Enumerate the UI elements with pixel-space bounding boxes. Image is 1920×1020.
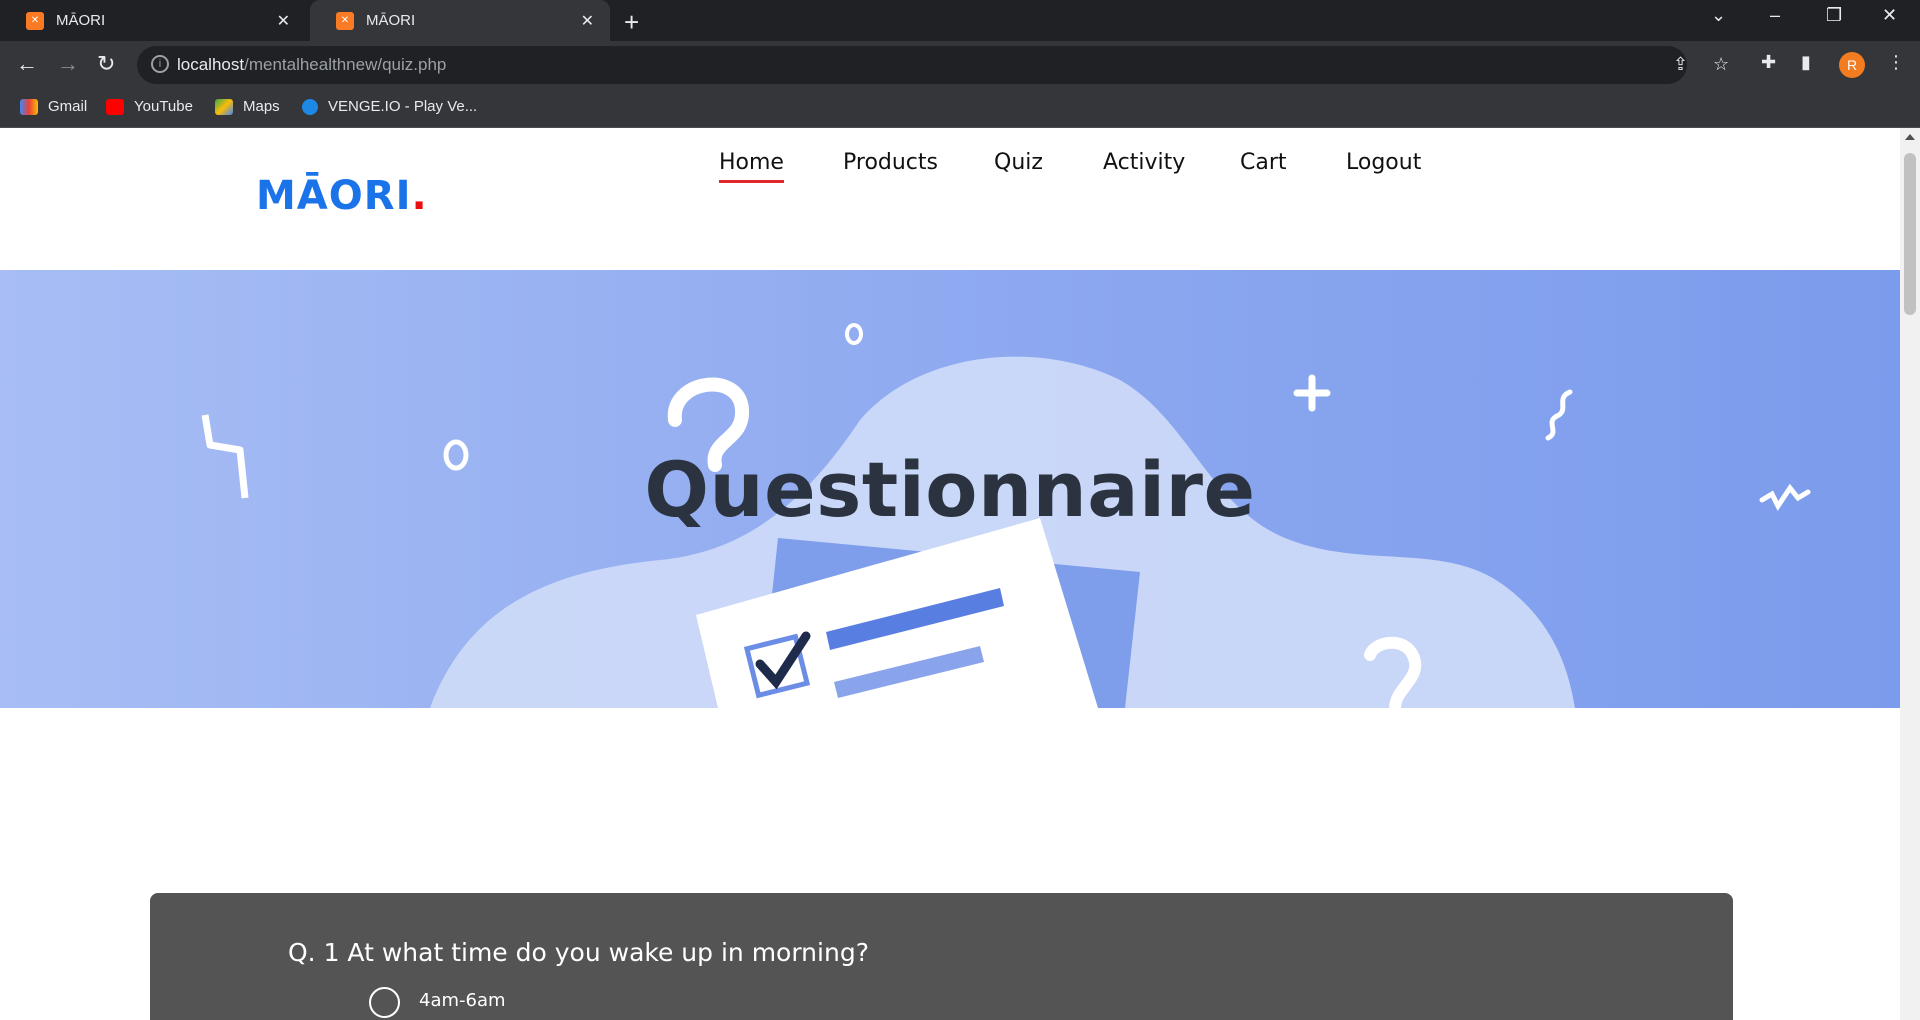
bookmark-youtube[interactable]: YouTube xyxy=(106,98,193,115)
youtube-icon xyxy=(106,98,124,115)
browser-tab[interactable]: ✕ MĀORI ✕ xyxy=(0,0,306,41)
scroll-up-arrow-icon[interactable] xyxy=(1905,134,1915,140)
tab-title: MĀORI xyxy=(56,12,106,29)
bookmark-label: YouTube xyxy=(134,98,193,115)
nav-activity[interactable]: Activity xyxy=(1103,150,1185,175)
option-label[interactable]: 4am-6am xyxy=(419,990,506,1011)
squiggle-icon xyxy=(1545,389,1573,441)
tab-search-chevron-icon[interactable]: ⌄ xyxy=(1711,5,1726,26)
browser-tab-active[interactable]: ✕ MĀORI ✕ xyxy=(310,0,610,41)
question-text: Q. 1 At what time do you wake up in morn… xyxy=(288,938,869,967)
bookmark-label: VENGE.IO - Play Ve... xyxy=(328,98,478,115)
page-viewport: MĀORI. Home Products Quiz Activity Cart … xyxy=(0,128,1900,1020)
address-bar[interactable]: i localhost/mentalhealthnew/quiz.php ⇪ ☆ xyxy=(137,46,1729,84)
address-url[interactable]: localhost/mentalhealthnew/quiz.php xyxy=(177,55,446,75)
bookmark-venge[interactable]: VENGE.IO - Play Ve... xyxy=(302,98,477,115)
extensions-puzzle-icon[interactable]: ✚ xyxy=(1761,52,1776,73)
gmail-icon xyxy=(20,98,38,115)
tab-close-icon[interactable]: ✕ xyxy=(581,11,594,31)
tab-close-icon[interactable]: ✕ xyxy=(277,11,290,31)
bookmark-gmail[interactable]: Gmail xyxy=(20,98,87,115)
bookmarks-bar: Gmail YouTube Maps VENGE.IO - Play Ve... xyxy=(0,89,1920,128)
page-scrollbar[interactable] xyxy=(1900,128,1920,1020)
nav-quiz[interactable]: Quiz xyxy=(994,150,1043,175)
hero-title: Questionnaire xyxy=(644,445,1256,534)
nav-logout[interactable]: Logout xyxy=(1346,150,1421,175)
bookmark-maps[interactable]: Maps xyxy=(215,98,280,115)
tab-title: MĀORI xyxy=(366,12,416,29)
side-panel-icon[interactable]: ▮ xyxy=(1801,52,1811,73)
venge-icon xyxy=(302,98,318,115)
bookmark-star-icon[interactable]: ☆ xyxy=(1713,54,1729,75)
browser-toolbar: ← → ↻ i localhost/mentalhealthnew/quiz.p… xyxy=(0,41,1920,89)
menu-kebab-icon[interactable]: ⋮ xyxy=(1887,52,1905,73)
minimize-icon[interactable]: – xyxy=(1770,5,1780,26)
plus-icon xyxy=(1293,374,1331,412)
nav-products[interactable]: Products xyxy=(843,150,938,175)
bookmark-label: Maps xyxy=(243,98,280,115)
scrollbar-thumb[interactable] xyxy=(1904,153,1916,315)
xampp-favicon-icon: ✕ xyxy=(336,11,354,30)
ring-icon xyxy=(845,323,863,345)
xampp-favicon-icon: ✕ xyxy=(26,11,44,30)
window-close-icon[interactable]: ✕ xyxy=(1882,5,1897,26)
new-tab-plus-icon[interactable]: + xyxy=(624,7,639,38)
nav-cart[interactable]: Cart xyxy=(1240,150,1287,175)
back-arrow-icon[interactable]: ← xyxy=(16,51,38,77)
restore-icon[interactable]: ❐ xyxy=(1826,5,1842,26)
hero-banner: Questionnaire xyxy=(0,270,1900,708)
option-radio[interactable] xyxy=(369,987,400,1018)
forward-arrow-icon[interactable]: → xyxy=(57,51,79,77)
nav-home[interactable]: Home xyxy=(719,150,784,183)
browser-tabstrip: ✕ MĀORI ✕ ✕ MĀORI ✕ + ⌄ – ❐ ✕ xyxy=(0,0,1920,41)
quiz-question-card: Q. 1 At what time do you wake up in morn… xyxy=(150,893,1733,1020)
site-info-icon[interactable]: i xyxy=(151,55,169,73)
profile-avatar[interactable]: R xyxy=(1839,52,1865,78)
bookmark-label: Gmail xyxy=(48,98,88,115)
reload-icon[interactable]: ↻ xyxy=(97,51,115,77)
site-logo[interactable]: MĀORI. xyxy=(256,173,428,219)
maps-icon xyxy=(215,98,233,115)
share-icon[interactable]: ⇪ xyxy=(1673,54,1688,75)
